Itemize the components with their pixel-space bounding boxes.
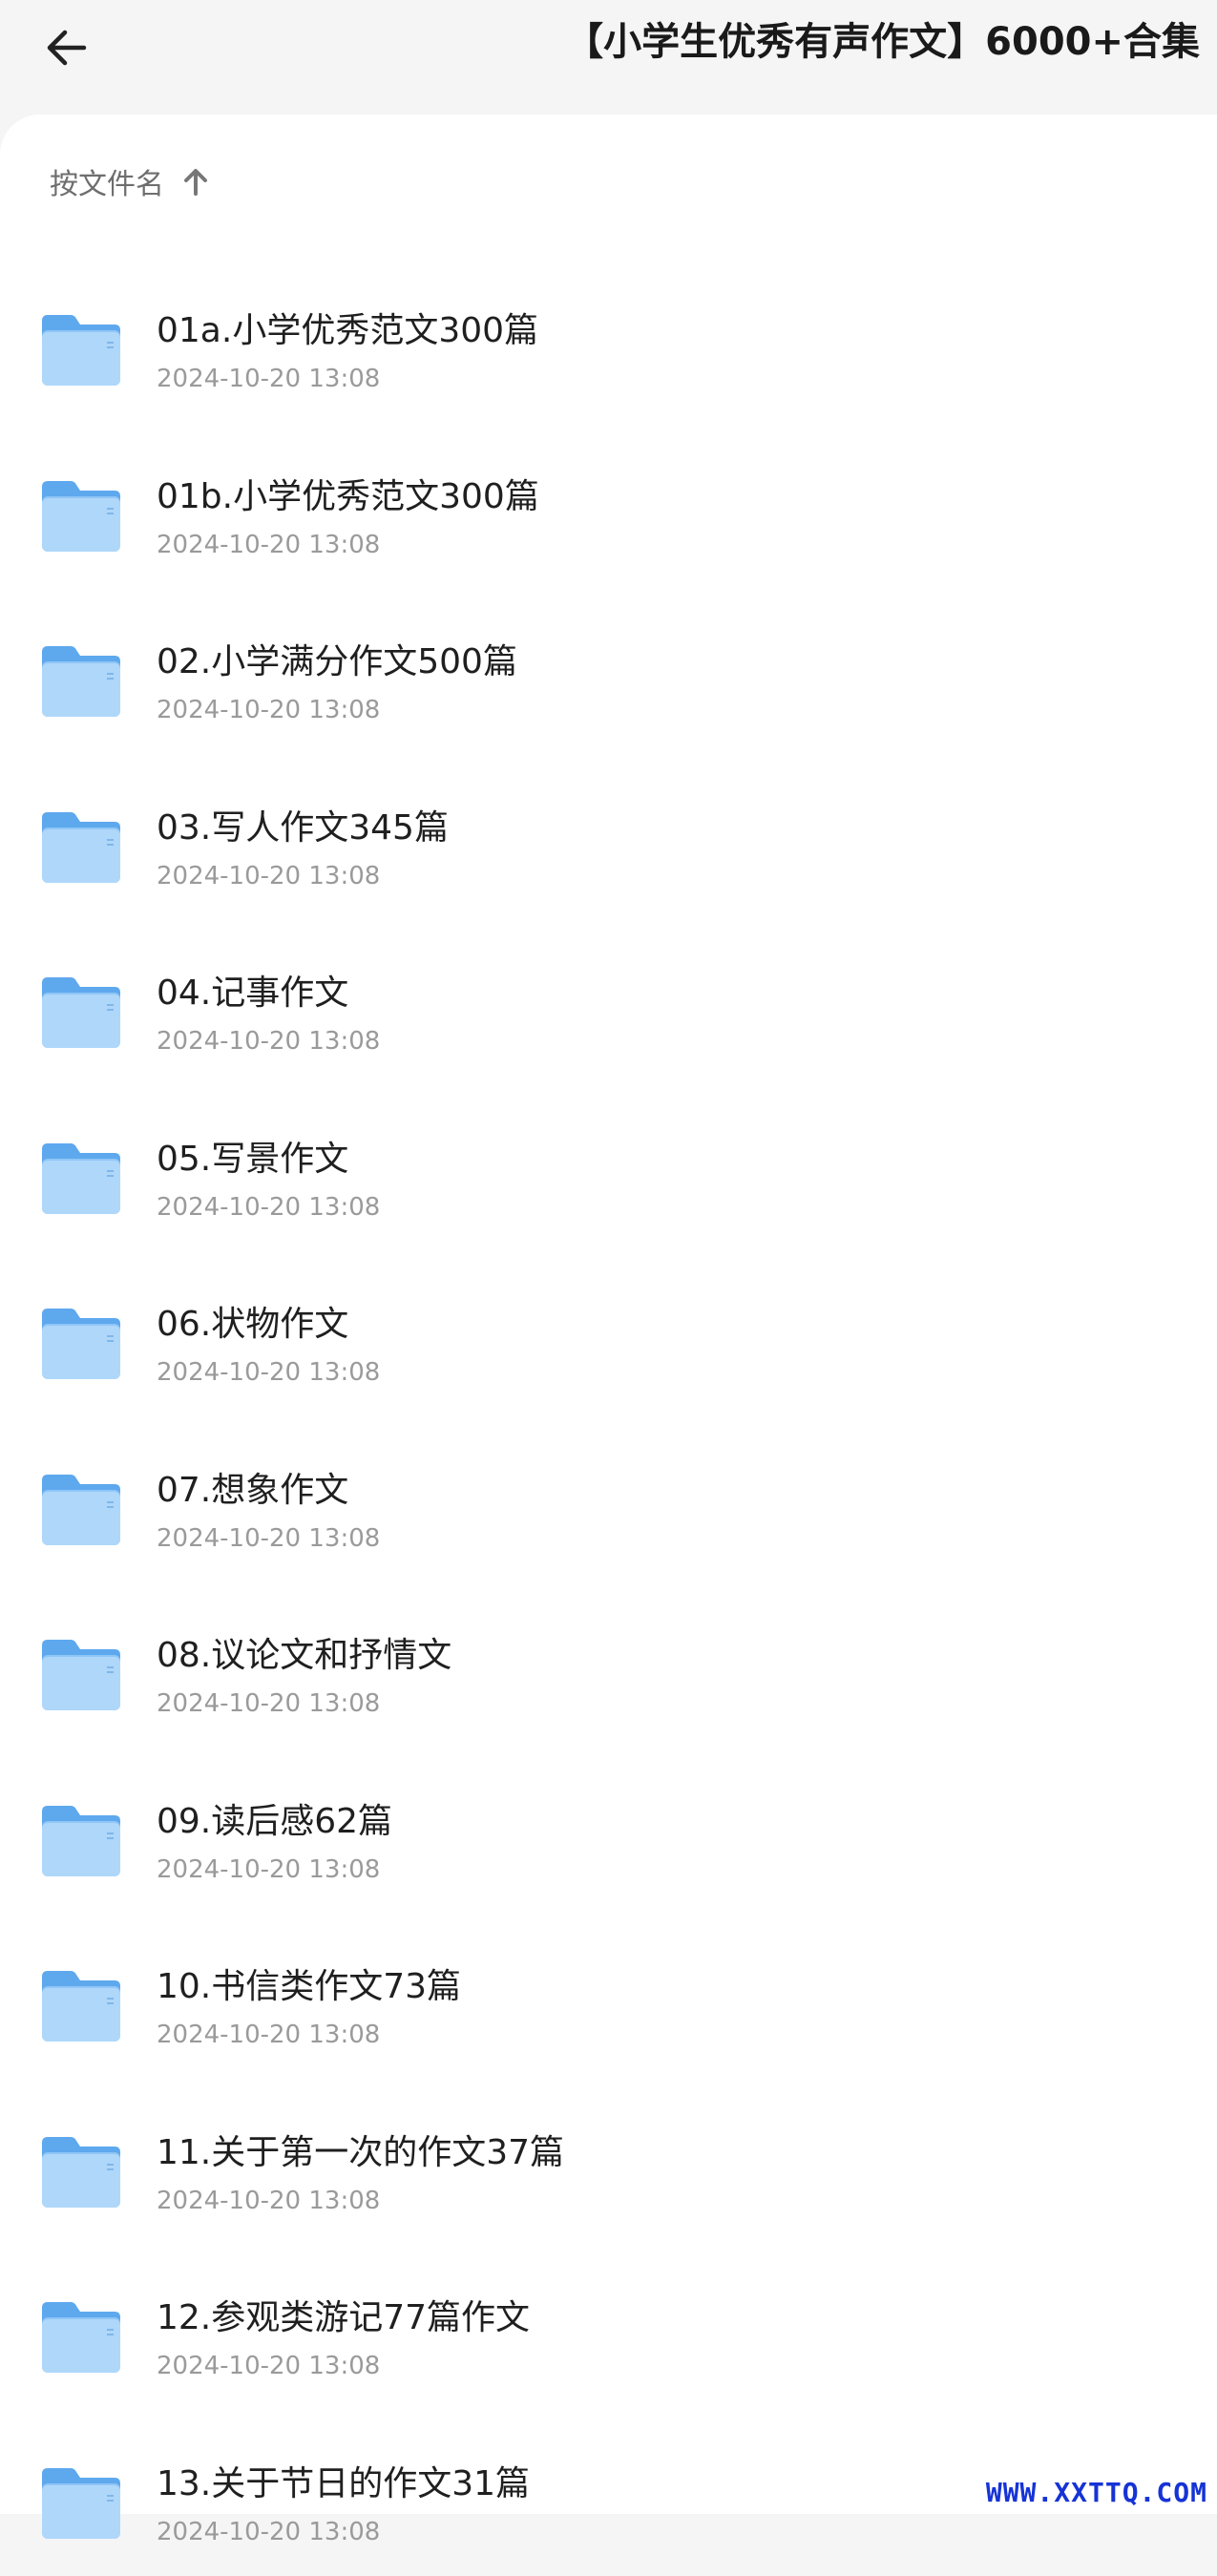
file-list: 01a.小学优秀范文300篇 2024-10-20 13:08 01b.小学优秀… [0,258,1217,2576]
folder-list-item[interactable]: 10.书信类作文73篇 2024-10-20 13:08 [0,1914,1217,2080]
folder-name: 04.记事作文 [157,972,348,1016]
folder-icon [38,1471,124,1547]
folder-icon [38,2298,124,2375]
folder-date: 2024-10-20 13:08 [157,860,380,892]
sort-by-name-button[interactable]: 按文件名 [50,153,212,210]
folder-date: 2024-10-20 13:08 [157,1356,380,1389]
folder-date: 2024-10-20 13:08 [157,363,380,395]
folder-icon [38,2464,124,2541]
folder-list-item[interactable]: 01b.小学优秀范文300篇 2024-10-20 13:08 [0,424,1217,590]
folder-name: 08.议论文和抒情文 [157,1634,451,1678]
folder-list-item[interactable]: 05.写景作文 2024-10-20 13:08 [0,1086,1217,1252]
file-list-sheet: 按文件名 01a.小学优秀范文300篇 2024-10-20 13:08 01b… [0,115,1217,2514]
folder-name: 10.书信类作文73篇 [157,1965,461,2009]
folder-icon [38,1305,124,1381]
folder-name: 05.写景作文 [157,1138,348,1182]
folder-name: 13.关于节日的作文31篇 [157,2462,530,2506]
folder-date: 2024-10-20 13:08 [157,2516,380,2548]
folder-icon [38,642,124,719]
folder-list-item[interactable]: 07.想象作文 2024-10-20 13:08 [0,1417,1217,1583]
folder-date: 2024-10-20 13:08 [157,2019,380,2051]
folder-list-item[interactable]: 09.读后感62篇 2024-10-20 13:08 [0,1749,1217,1915]
folder-name: 11.关于第一次的作文37篇 [157,2131,564,2175]
folder-list-item[interactable]: 11.关于第一次的作文37篇 2024-10-20 13:08 [0,2080,1217,2246]
folder-date: 2024-10-20 13:08 [157,2185,380,2217]
folder-date: 2024-10-20 13:08 [157,529,380,561]
folder-list-item[interactable]: 03.写人作文345篇 2024-10-20 13:08 [0,755,1217,921]
folder-list-item[interactable]: 08.议论文和抒情文 2024-10-20 13:08 [0,1582,1217,1749]
folder-name: 06.状物作文 [157,1303,348,1347]
folder-list-item[interactable]: 01a.小学优秀范文300篇 2024-10-20 13:08 [0,258,1217,424]
folder-icon [38,1140,124,1216]
folder-icon [38,808,124,885]
folder-date: 2024-10-20 13:08 [157,1853,380,1886]
folder-icon [38,1636,124,1712]
folder-list-item[interactable]: 06.状物作文 2024-10-20 13:08 [0,1251,1217,1417]
folder-date: 2024-10-20 13:08 [157,2350,380,2382]
folder-name: 12.参观类游记77篇作文 [157,2296,530,2340]
folder-list-item[interactable]: 02.小学满分作文500篇 2024-10-20 13:08 [0,589,1217,755]
folder-date: 2024-10-20 13:08 [157,694,380,726]
arrow-up-icon [179,165,212,198]
folder-date: 2024-10-20 13:08 [157,1025,380,1058]
folder-icon [38,1967,124,2043]
folder-name: 09.读后感62篇 [157,1800,392,1844]
folder-icon [38,974,124,1050]
folder-name: 02.小学满分作文500篇 [157,640,517,684]
folder-name: 03.写人作文345篇 [157,806,449,850]
folder-date: 2024-10-20 13:08 [157,1522,380,1555]
folder-name: 01b.小学优秀范文300篇 [157,475,539,519]
folder-name: 07.想象作文 [157,1469,348,1513]
folder-icon [38,1802,124,1878]
folder-icon [38,2133,124,2209]
folder-name: 01a.小学优秀范文300篇 [157,309,538,353]
watermark-text: WWW.XXTTQ.COM [986,2477,1207,2508]
top-bar: 【小学生优秀有声作文】6000+合集 [0,0,1217,115]
sort-label: 按文件名 [50,160,164,202]
folder-icon [38,311,124,387]
folder-list-item[interactable]: 04.记事作文 2024-10-20 13:08 [0,920,1217,1086]
folder-date: 2024-10-20 13:08 [157,1687,380,1720]
folder-icon [38,477,124,554]
back-button[interactable] [29,10,105,86]
folder-list-item[interactable]: 12.参观类游记77篇作文 2024-10-20 13:08 [0,2245,1217,2411]
arrow-left-icon [40,21,94,74]
folder-date: 2024-10-20 13:08 [157,1191,380,1224]
page-title: 【小学生优秀有声作文】6000+合集 [565,13,1200,71]
